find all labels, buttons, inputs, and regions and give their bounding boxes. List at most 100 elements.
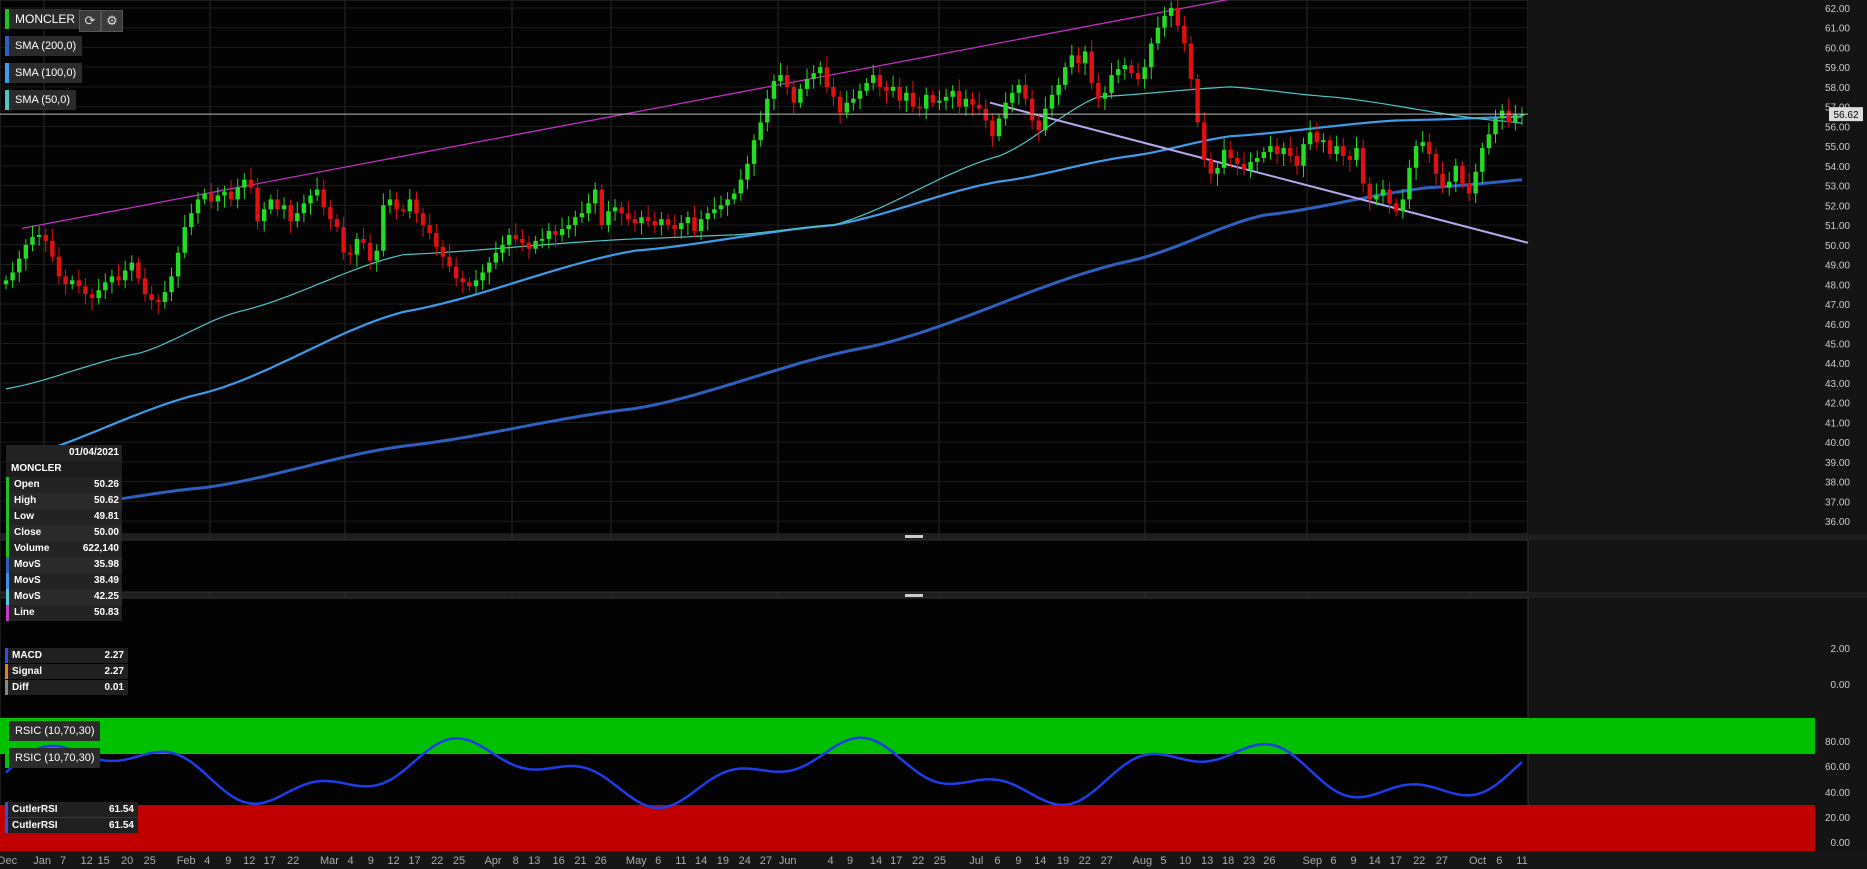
candle-body xyxy=(818,67,823,74)
candle-body xyxy=(43,234,48,241)
candle-body xyxy=(1109,75,1114,93)
date-tick-label: Jan xyxy=(33,855,51,867)
sma200-tag[interactable]: SMA (200,0) xyxy=(5,36,83,56)
candle-body xyxy=(348,252,353,255)
date-tick-label: 4 xyxy=(828,855,834,867)
main-panel-frame xyxy=(0,0,1529,535)
candle-body xyxy=(725,199,730,206)
candle-body xyxy=(904,92,909,101)
date-tick-label: 12 xyxy=(80,855,92,867)
candle-body xyxy=(288,205,293,222)
date-tick-label: 6 xyxy=(1330,855,1336,867)
candle-body xyxy=(228,191,234,200)
candle-body xyxy=(1208,159,1214,174)
candle-body xyxy=(559,229,565,235)
date-tick-label: 17 xyxy=(263,855,275,867)
date-tick-label: 27 xyxy=(1101,855,1113,867)
candle-body xyxy=(1473,171,1478,194)
price-tick-label: 46.00 xyxy=(1825,320,1850,331)
candle-body xyxy=(1519,114,1525,117)
candle-body xyxy=(1254,157,1260,162)
candle-body xyxy=(89,294,95,299)
info-row-label: MovS xyxy=(14,591,41,602)
date-tick-label: 15 xyxy=(97,855,109,867)
date-tick-label: 26 xyxy=(595,855,607,867)
candle-body xyxy=(599,189,605,226)
sma50-tag[interactable]: SMA (50,0) xyxy=(5,90,77,110)
info-row-value: 38.49 xyxy=(93,575,119,586)
last-price-label: 56.62 xyxy=(1833,110,1858,121)
candle-body xyxy=(215,195,221,202)
info-row-label: Open xyxy=(14,479,40,490)
candle-body xyxy=(281,205,287,210)
candle-body xyxy=(447,256,452,267)
date-tick-label: 4 xyxy=(204,855,210,867)
candle-body xyxy=(387,199,393,206)
candle-body xyxy=(1049,94,1055,109)
candle-body xyxy=(1043,108,1048,131)
candle-body xyxy=(156,300,161,303)
info-row-line: Line 50.83 xyxy=(6,605,122,621)
candle-body xyxy=(427,225,432,233)
date-tick-label: 17 xyxy=(1390,855,1402,867)
candle-body xyxy=(50,240,55,257)
candle-body xyxy=(63,276,68,285)
candle-body xyxy=(626,213,631,220)
candle-body xyxy=(652,221,657,226)
price-tick-label: 49.00 xyxy=(1825,261,1850,272)
candle-body xyxy=(1380,189,1386,196)
price-tick-label: 38.00 xyxy=(1825,478,1850,489)
date-tick-label: Dec xyxy=(0,855,18,867)
stock-chart[interactable]: 36.0037.0038.0039.0040.0041.0042.0043.00… xyxy=(0,0,1867,869)
candle-body xyxy=(943,96,949,101)
candle-body xyxy=(844,102,849,113)
candle-body xyxy=(1241,163,1247,170)
candle-body xyxy=(242,179,247,188)
rsi-tick-label: 0.00 xyxy=(1831,838,1851,849)
candle-body xyxy=(1135,73,1141,80)
candle-body xyxy=(798,88,803,103)
refresh-icon[interactable]: ⟳ xyxy=(79,10,101,32)
sma100-tag[interactable]: SMA (100,0) xyxy=(5,63,83,83)
date-tick-label: Mar xyxy=(320,855,339,867)
candle-body xyxy=(401,209,406,212)
candle-body xyxy=(1274,146,1280,155)
candle-body xyxy=(917,106,922,109)
candle-body xyxy=(1367,183,1372,200)
candle-body xyxy=(116,276,121,281)
date-tick-label: 14 xyxy=(1369,855,1381,867)
candle-body xyxy=(209,193,214,202)
candle-body xyxy=(1281,148,1286,155)
date-tick-label: 13 xyxy=(1201,855,1213,867)
ticker-label[interactable]: MONCLER xyxy=(5,9,82,29)
candle-body xyxy=(698,219,704,231)
candle-body xyxy=(1182,25,1187,44)
candle-body xyxy=(937,100,942,103)
panel-resize-handle xyxy=(905,535,923,538)
info-row-value: 50.00 xyxy=(93,527,119,538)
candle-body xyxy=(606,211,611,226)
date-tick-label: 16 xyxy=(552,855,564,867)
macd-label: MACD 2.27 xyxy=(5,648,128,663)
candle-body xyxy=(751,140,757,164)
info-row-value: 49.81 xyxy=(93,511,119,522)
candle-body xyxy=(533,240,538,249)
candle-body xyxy=(1195,79,1200,123)
date-tick-label: 25 xyxy=(934,855,946,867)
candle-body xyxy=(500,244,505,253)
candle-body xyxy=(195,199,201,214)
candle-body xyxy=(665,219,671,226)
candle-body xyxy=(784,75,790,87)
candle-body xyxy=(506,234,512,245)
rsic-tag-2[interactable]: RSIC (10,70,30) xyxy=(5,748,101,768)
candle-body xyxy=(1314,132,1319,143)
date-tick-label: 19 xyxy=(717,855,729,867)
candle-body xyxy=(1010,92,1015,103)
rsic-tag-1[interactable]: RSIC (10,70,30) xyxy=(5,721,101,741)
panel-divider xyxy=(0,534,1867,540)
info-row-label: High xyxy=(14,495,37,506)
candle-body xyxy=(1056,84,1061,95)
price-tick-label: 45.00 xyxy=(1825,339,1850,350)
candle-body xyxy=(420,213,426,226)
settings-icon[interactable]: ⚙ xyxy=(101,10,123,32)
